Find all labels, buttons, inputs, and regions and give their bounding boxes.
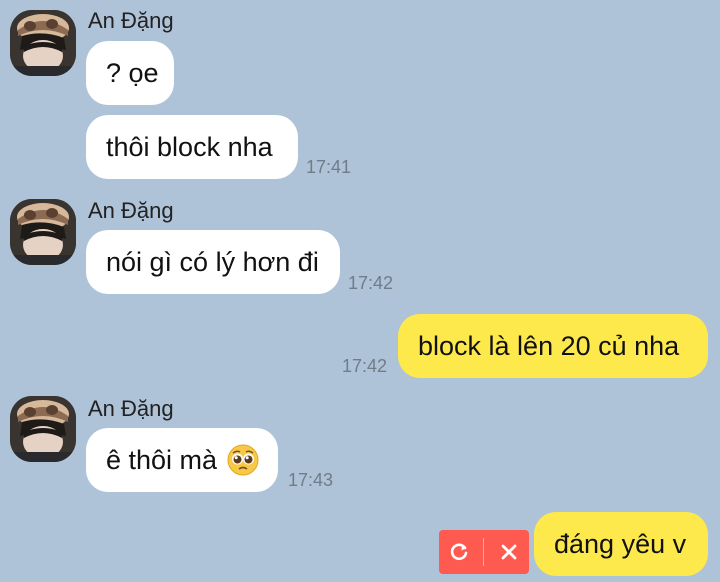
failed-message-actions bbox=[439, 530, 529, 574]
outgoing-message-bubble[interactable]: block là lên 20 củ nha bbox=[398, 314, 708, 378]
sender-name: An Đặng bbox=[88, 198, 174, 223]
message-text: ê thôi mà bbox=[106, 444, 218, 475]
message-bubble[interactable]: thôi block nha bbox=[86, 115, 298, 179]
outgoing-message-bubble[interactable]: đáng yêu v bbox=[534, 512, 708, 576]
sender-avatar[interactable] bbox=[10, 10, 76, 76]
sender-avatar[interactable] bbox=[10, 396, 76, 462]
message-timestamp: 17:41 bbox=[306, 157, 352, 177]
message-text: nói gì có lý hơn đi bbox=[106, 246, 319, 277]
message-bubble[interactable]: nói gì có lý hơn đi bbox=[86, 230, 340, 294]
message-text: ? ọe bbox=[106, 57, 159, 88]
message-bubble[interactable]: ? ọe bbox=[86, 41, 174, 105]
divider bbox=[483, 538, 485, 566]
message-text: block là lên 20 củ nha bbox=[418, 330, 680, 361]
message-text: đáng yêu v bbox=[554, 528, 687, 559]
avatar-image bbox=[10, 10, 76, 76]
avatar-image bbox=[10, 396, 76, 462]
sender-name: An Đặng bbox=[88, 8, 174, 33]
avatar-image bbox=[10, 199, 76, 265]
message-timestamp: 17:42 bbox=[342, 356, 388, 376]
retry-icon[interactable] bbox=[444, 537, 474, 567]
sender-name: An Đặng bbox=[88, 396, 174, 421]
message-bubble[interactable]: ê thôi mà bbox=[86, 428, 278, 492]
message-timestamp: 17:42 bbox=[348, 273, 394, 293]
message-timestamp: 17:43 bbox=[288, 470, 334, 490]
pleading-face-emoji bbox=[227, 444, 259, 476]
sender-avatar[interactable] bbox=[10, 199, 76, 265]
close-icon[interactable] bbox=[494, 537, 524, 567]
message-text: thôi block nha bbox=[106, 131, 273, 162]
